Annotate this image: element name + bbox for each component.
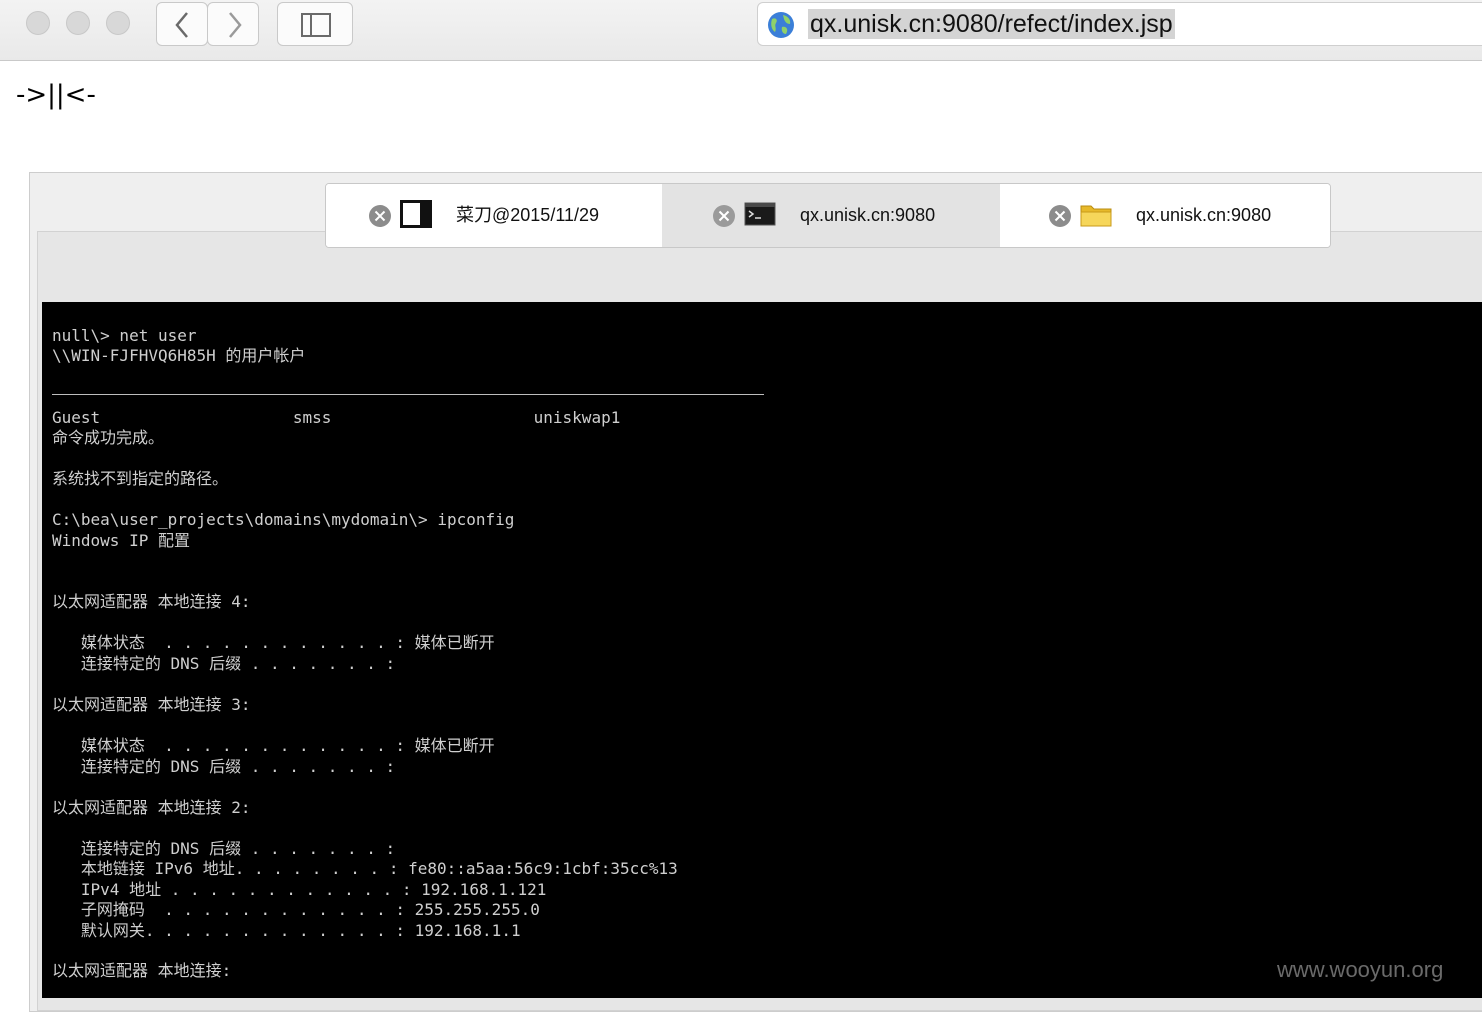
terminal-divider — [52, 394, 764, 395]
tab-bar: 菜刀@2015/11/29 qx.unisk.cn:9080 qx.unisk.… — [325, 183, 1331, 248]
close-icon[interactable] — [1048, 204, 1072, 228]
back-button[interactable] — [156, 2, 208, 46]
terminal-line: C:\bea\user_projects\domains\mydomain\> … — [52, 510, 515, 529]
terminal-line: \\WIN-FJFHVQ6H85H 的用户帐户 — [52, 346, 306, 365]
terminal-line: 命令成功完成。 — [52, 428, 165, 447]
browser-toolbar: qx.unisk.cn:9080/refect/index.jsp — [0, 0, 1482, 61]
terminal-line: Windows IP 配置 — [52, 531, 190, 550]
tab-label: qx.unisk.cn:9080 — [800, 205, 936, 225]
close-icon[interactable] — [368, 204, 392, 228]
terminal-icon — [744, 202, 776, 226]
terminal-line: IPv4 地址 . . . . . . . . . . . . : 192.16… — [52, 880, 547, 899]
tab-caidao[interactable]: 菜刀@2015/11/29 — [326, 184, 662, 247]
terminal-output[interactable]: null\> net user \\WIN-FJFHVQ6H85H 的用户帐户 … — [42, 302, 1482, 998]
terminal-line: 以太网适配器 本地连接 2: — [52, 798, 251, 817]
tab-label: qx.unisk.cn:9080 — [1136, 205, 1272, 225]
folder-icon — [1080, 205, 1112, 227]
watermark: www.wooyun.org — [1277, 957, 1444, 982]
close-icon[interactable] — [712, 204, 736, 228]
terminal-line: 子网掩码 . . . . . . . . . . . . : 255.255.2… — [52, 900, 540, 919]
tab-file-manager[interactable]: qx.unisk.cn:9080 — [1000, 184, 1330, 247]
chevron-right-icon — [229, 12, 242, 38]
panel-icon — [400, 200, 432, 228]
terminal-line: 默认网关. . . . . . . . . . . . . : 192.168.… — [52, 921, 521, 940]
chevron-left-icon — [175, 12, 188, 38]
url-text[interactable]: qx.unisk.cn:9080/refect/index.jsp — [808, 9, 1175, 39]
terminal-line: 以太网适配器 本地连接 3: — [52, 695, 251, 714]
terminal-line: 媒体状态 . . . . . . . . . . . . : 媒体已断开 — [52, 736, 495, 755]
terminal-line: null\> net user — [52, 326, 197, 345]
terminal-line: 连接特定的 DNS 后缀 . . . . . . . : — [52, 757, 396, 776]
sidebar-toggle-button[interactable] — [277, 2, 353, 46]
address-bar[interactable]: qx.unisk.cn:9080/refect/index.jsp — [757, 2, 1482, 46]
page-header-text: ->||<- — [16, 80, 96, 110]
terminal-line: 以太网适配器 本地连接: — [52, 961, 232, 980]
sidebar-icon — [301, 13, 331, 37]
terminal-line: 媒体状态 . . . . . . . . . . . . : 媒体已断开 — [52, 633, 495, 652]
terminal-line: 连接特定的 DNS 后缀 . . . . . . . : — [52, 654, 396, 673]
window-minimize-button[interactable] — [66, 11, 90, 35]
forward-button[interactable] — [207, 2, 259, 46]
terminal-line: 系统找不到指定的路径。 — [52, 469, 229, 488]
tab-label: 菜刀@2015/11/29 — [456, 205, 600, 225]
globe-icon — [768, 12, 794, 38]
window-close-button[interactable] — [26, 11, 50, 35]
terminal-line: 连接特定的 DNS 后缀 . . . . . . . : — [52, 839, 396, 858]
terminal-line: Guest smss uniskwap1 — [52, 408, 621, 427]
tab-terminal[interactable]: qx.unisk.cn:9080 — [662, 184, 1000, 247]
window-zoom-button[interactable] — [106, 11, 130, 35]
terminal-line: 本地链接 IPv6 地址. . . . . . . . : fe80::a5aa… — [52, 859, 678, 878]
terminal-line: 以太网适配器 本地连接 4: — [52, 592, 251, 611]
